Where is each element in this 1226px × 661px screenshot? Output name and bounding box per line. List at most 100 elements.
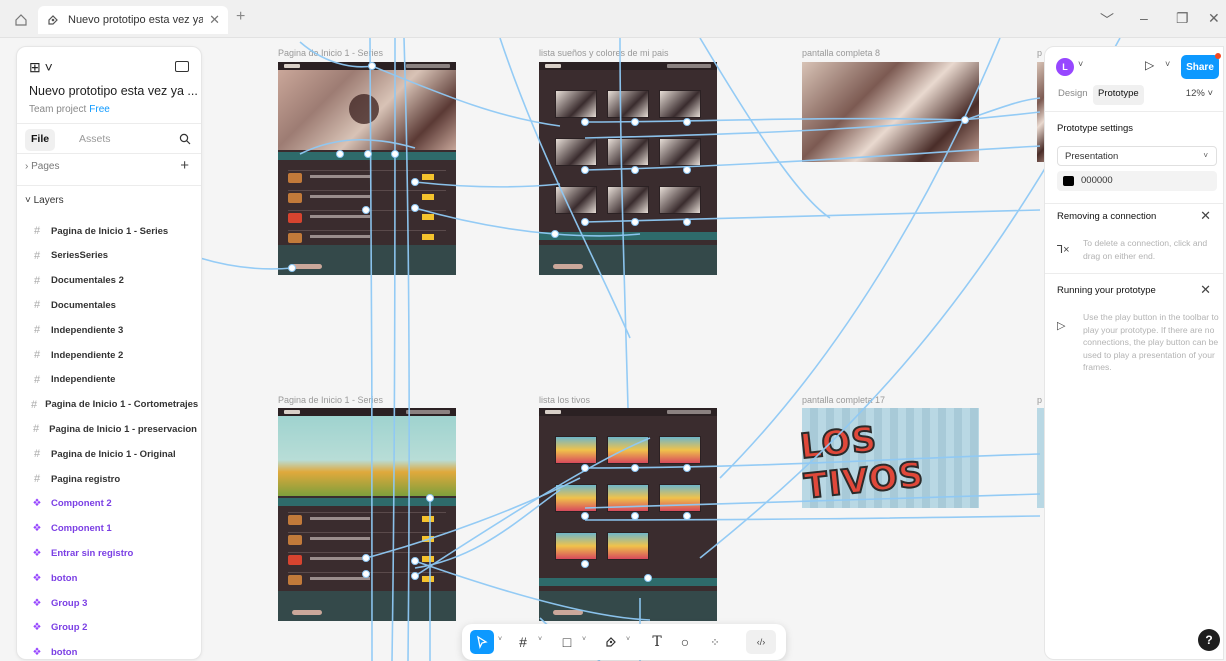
- component-icon: ❖: [32, 572, 42, 584]
- layer-item[interactable]: ❖ boton: [31, 566, 197, 590]
- frame-icon: #: [33, 225, 41, 237]
- home-icon[interactable]: [10, 9, 32, 31]
- frame-pantalla-completa-17[interactable]: LOS TIVOS: [797, 408, 979, 508]
- chevron-down-icon[interactable]: ˅: [538, 636, 542, 643]
- document-tab[interactable]: Nuevo prototipo esta vez ya defi ✕: [38, 6, 228, 34]
- frame-lista-los-tivos[interactable]: [539, 408, 717, 621]
- layer-name: Group 3: [51, 597, 88, 609]
- new-tab-button[interactable]: +: [236, 8, 245, 26]
- move-tool-icon[interactable]: [470, 630, 494, 654]
- layer-item[interactable]: # Independiente 2: [31, 343, 197, 367]
- frame-label[interactable]: pantalla completa 17: [802, 395, 885, 405]
- layers-section[interactable]: ˅ Layers: [25, 195, 64, 206]
- project-title[interactable]: Nuevo prototipo esta vez ya ... ˅: [29, 84, 201, 98]
- add-page-button[interactable]: +: [180, 157, 189, 174]
- layer-item[interactable]: ❖ boton: [31, 641, 197, 659]
- tab-file[interactable]: File: [25, 129, 56, 151]
- frame-inicio-series-2[interactable]: [278, 408, 456, 621]
- frame-label[interactable]: p: [1037, 395, 1042, 405]
- zoom-menu[interactable]: 12% ˅: [1186, 88, 1213, 99]
- main-menu-icon[interactable]: ⊞ ˅: [29, 59, 53, 76]
- frame-icon: #: [33, 373, 41, 386]
- device-select[interactable]: Presentation ˅: [1057, 146, 1217, 166]
- maximize-button[interactable]: ❐: [1176, 10, 1189, 27]
- layer-name: boton: [51, 647, 78, 659]
- close-tab-icon[interactable]: ✕: [209, 12, 220, 28]
- text-tool-icon[interactable]: T: [646, 630, 668, 654]
- close-window-button[interactable]: ✕: [1208, 10, 1220, 27]
- pen-tool-icon[interactable]: [600, 630, 622, 654]
- layer-name: Documentales 2: [51, 275, 124, 287]
- frame-label[interactable]: pantalla completa 8: [802, 48, 880, 58]
- close-icon[interactable]: ✕: [1200, 282, 1211, 298]
- frame-icon: #: [33, 324, 41, 337]
- help-button[interactable]: ?: [1198, 629, 1220, 651]
- play-icon[interactable]: ▷: [1145, 58, 1154, 72]
- layer-item[interactable]: # Pagina de Inicio 1 - Cortometrajes: [31, 393, 199, 417]
- user-avatar[interactable]: L: [1056, 58, 1074, 76]
- expand-icon[interactable]: ﹀: [1100, 10, 1114, 30]
- frame-label[interactable]: Pagina de Inicio 1 - Series: [278, 48, 383, 58]
- search-icon[interactable]: [179, 132, 191, 150]
- frame-icon: #: [33, 299, 41, 312]
- frame-icon: #: [33, 423, 40, 436]
- layer-item[interactable]: # Independiente: [31, 368, 197, 392]
- chevron-down-icon[interactable]: ˅: [498, 636, 502, 643]
- chevron-down-icon: ˅: [1203, 151, 1208, 160]
- disconnect-icon: ⅂×: [1057, 244, 1070, 256]
- layer-name: Pagina de Inicio 1 - Original: [51, 448, 176, 460]
- layer-item[interactable]: # Documentales: [31, 293, 197, 317]
- layer-item[interactable]: # Pagina de Inicio 1 - preservacion: [31, 417, 197, 441]
- layer-item[interactable]: # Pagina de Inicio 1 - Original: [31, 442, 197, 466]
- component-icon: ❖: [32, 523, 42, 535]
- layer-item[interactable]: # Documentales 2: [31, 269, 197, 293]
- comment-tool-icon[interactable]: ○: [674, 630, 696, 654]
- frame-tool-icon[interactable]: #: [512, 630, 534, 654]
- chevron-down-icon[interactable]: ˅: [582, 636, 586, 643]
- share-button[interactable]: Share: [1181, 55, 1219, 79]
- tab-prototype[interactable]: Prototype: [1093, 85, 1144, 105]
- layer-name: Component 2: [51, 498, 112, 510]
- layer-item[interactable]: ❖ Entrar sin registro: [31, 541, 197, 565]
- title-bar: Nuevo prototipo esta vez ya defi ✕ + ﹀ –…: [0, 0, 1226, 38]
- sidebar-toggle-icon[interactable]: [175, 61, 189, 72]
- layer-item[interactable]: # Pagina de Inicio 1 - Series: [31, 219, 197, 243]
- notification-dot: [1215, 53, 1221, 59]
- layer-item[interactable]: ❖ Group 3: [31, 591, 197, 615]
- close-icon[interactable]: ✕: [1200, 208, 1211, 224]
- actions-tool-icon[interactable]: ⁘: [704, 630, 726, 654]
- color-swatch[interactable]: [1063, 176, 1074, 186]
- frame-lista-suenos[interactable]: [539, 62, 717, 275]
- layer-item[interactable]: # SeriesSeries: [31, 244, 197, 268]
- tab-assets[interactable]: Assets: [73, 129, 117, 151]
- frame-pantalla-completa-8[interactable]: [802, 62, 979, 162]
- layer-item[interactable]: # Independiente 3: [31, 318, 197, 342]
- removing-connection-heading: Removing a connection: [1057, 211, 1157, 222]
- tab-design[interactable]: Design: [1053, 85, 1093, 105]
- frame-label[interactable]: lista los tivos: [539, 395, 590, 405]
- chevron-down-icon[interactable]: ˅: [1165, 59, 1170, 69]
- layer-item[interactable]: # Pagina registro: [31, 467, 197, 491]
- dev-mode-toggle[interactable]: ‹/›: [746, 630, 776, 654]
- prototype-pen-icon: [46, 13, 60, 27]
- layer-name: Independiente: [51, 374, 116, 386]
- chevron-down-icon[interactable]: ˅: [626, 636, 630, 643]
- plan-badge[interactable]: Free: [89, 104, 110, 115]
- minimize-button[interactable]: –: [1140, 10, 1148, 26]
- running-prototype-text: Use the play button in the toolbar to pl…: [1083, 312, 1219, 372]
- layer-name: Group 2: [51, 622, 88, 634]
- layer-name: Pagina de Inicio 1 - Cortometrajes: [45, 399, 199, 411]
- frame-label[interactable]: lista sueños y colores de mi pais: [539, 48, 669, 58]
- layer-item[interactable]: ❖ Group 2: [31, 616, 197, 640]
- layer-item[interactable]: ❖ Component 1: [31, 517, 197, 541]
- layer-item[interactable]: ❖ Component 2: [31, 492, 197, 516]
- layer-name: Independiente 3: [51, 324, 124, 336]
- chevron-down-icon[interactable]: ˅: [1078, 59, 1083, 69]
- frame-label[interactable]: p: [1037, 48, 1042, 58]
- frame-label[interactable]: Pagina de Inicio 1 - Series: [278, 395, 383, 405]
- rectangle-tool-icon[interactable]: □: [556, 630, 578, 654]
- pages-section[interactable]: › Pages: [25, 161, 59, 172]
- hero-image: [278, 70, 456, 150]
- background-color-field[interactable]: 000000: [1057, 171, 1217, 191]
- frame-inicio-series[interactable]: [278, 62, 456, 275]
